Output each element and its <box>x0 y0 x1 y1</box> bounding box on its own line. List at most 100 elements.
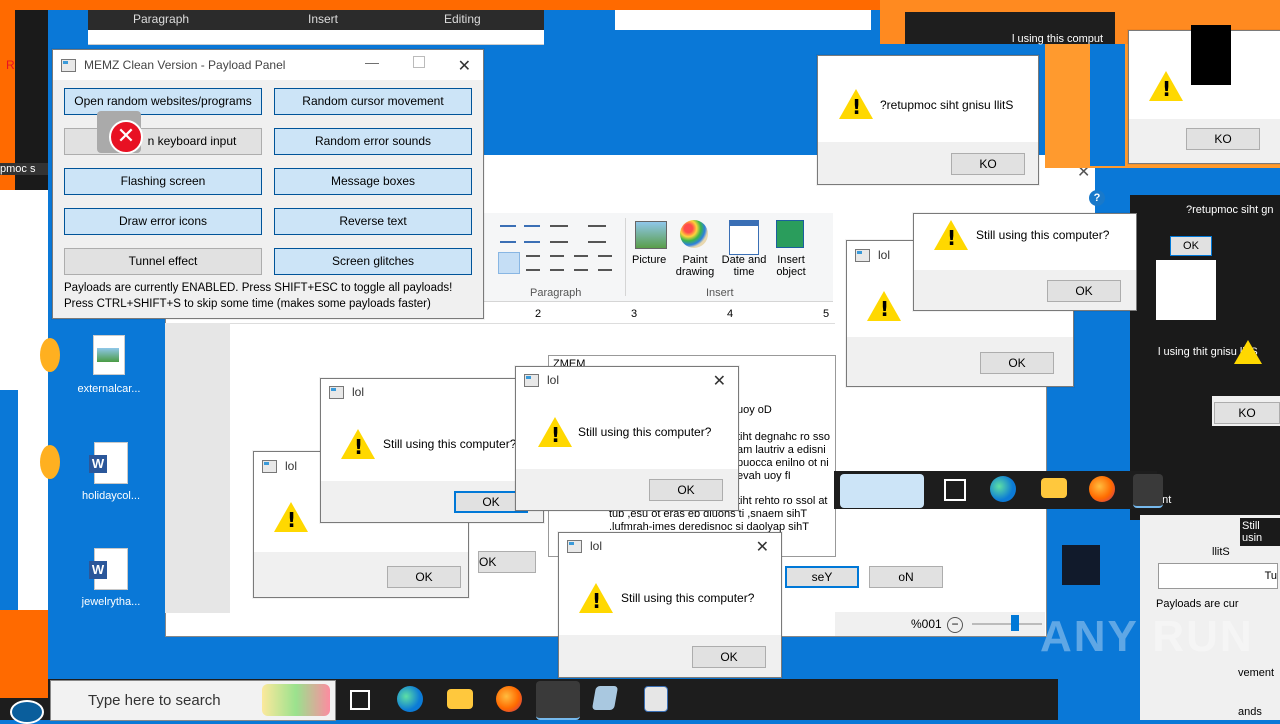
object-icon[interactable] <box>776 220 804 248</box>
tab-editing[interactable]: Editing <box>444 12 481 26</box>
tab-insert[interactable]: Insert <box>308 12 338 26</box>
align-right-icon[interactable] <box>550 255 564 271</box>
ribbon-group-paragraph: Paragraph <box>530 287 582 299</box>
ok-button[interactable]: KO <box>951 153 1025 175</box>
app-task-icon[interactable] <box>644 686 668 712</box>
picture-icon[interactable] <box>635 221 667 249</box>
warning-icon <box>1149 71 1183 101</box>
app-icon <box>329 385 344 399</box>
fragment-ands: ands <box>1238 706 1262 718</box>
payload-error-icons-button[interactable]: Draw error icons <box>64 208 262 235</box>
warning-icon <box>1234 340 1262 364</box>
folder-icon[interactable] <box>1041 478 1067 498</box>
payload-message-boxes-button[interactable]: Message boxes <box>274 168 472 195</box>
no-button[interactable]: oN <box>869 566 943 588</box>
dialog-body: Still using this computer? <box>559 559 781 635</box>
increase-indent-icon[interactable] <box>524 225 540 243</box>
left-dark-strip <box>15 0 48 190</box>
task-view-icon[interactable] <box>944 479 966 501</box>
ribbon-paint[interactable]: Paint drawing <box>672 254 718 278</box>
payload-keyboard-button[interactable]: n keyboard input <box>64 128 262 155</box>
dialog-body: Still using this computer? <box>516 393 738 469</box>
folder-icon[interactable] <box>447 689 473 709</box>
flask-search-icon <box>262 684 330 716</box>
ruler-mark-4: 4 <box>727 308 734 320</box>
ok-button[interactable]: OK <box>692 646 766 668</box>
payload-cursor-button[interactable]: Random cursor movement <box>274 88 472 115</box>
dialog-still-using-1: lol ✕ Still using this computer? OK <box>320 378 544 523</box>
list-icon[interactable] <box>550 225 568 243</box>
word-file-icon: W <box>89 442 128 484</box>
ok-button[interactable]: KO <box>1186 128 1260 150</box>
zoom-out-icon[interactable]: − <box>947 617 963 633</box>
dialog-footer: OK <box>847 337 1073 385</box>
justify-icon[interactable] <box>574 255 588 271</box>
dialog-message: ?retupmoc siht gnisu llitS <box>880 98 1014 112</box>
line-spacing-icon[interactable] <box>588 225 606 243</box>
desktop-icon-external[interactable]: externalcar... <box>76 335 142 395</box>
ruler-mark-2: 2 <box>535 308 542 320</box>
ribbon-object[interactable]: Insert object <box>768 254 814 278</box>
ribbon-picture[interactable]: Picture <box>632 254 666 266</box>
memz-payload-panel: MEMZ Clean Version - Payload Panel — ✕ O… <box>52 49 484 319</box>
dialog-title: lol <box>285 459 298 473</box>
dialog-title: lol <box>878 248 891 262</box>
tab-paragraph[interactable]: Paragraph <box>133 12 189 26</box>
dialog-footer: KO <box>818 142 1038 184</box>
zoom-thumb[interactable] <box>1011 615 1019 631</box>
memz-status-line-1: Payloads are currently ENABLED. Press SH… <box>64 282 453 294</box>
payload-flashing-button[interactable]: Flashing screen <box>64 168 262 195</box>
ribbon-date[interactable]: Date and time <box>720 254 768 278</box>
close-icon[interactable]: ✕ <box>713 371 726 391</box>
firefox-icon[interactable] <box>1089 476 1115 502</box>
close-icon[interactable]: ✕ <box>756 537 769 557</box>
ok-button-reversed[interactable]: KO <box>1214 402 1280 424</box>
edge-icon[interactable] <box>990 476 1016 502</box>
maximize-icon[interactable] <box>413 56 425 68</box>
paragraph-indent-icons[interactable] <box>500 225 620 243</box>
dialog-body <box>1129 25 1280 119</box>
fragment-ok[interactable]: OK <box>1170 236 1212 256</box>
minimize-icon[interactable]: — <box>365 54 379 70</box>
memz-task-icon[interactable] <box>591 686 619 710</box>
start-icon[interactable] <box>10 700 44 724</box>
paint-icon[interactable] <box>680 220 708 248</box>
ok-button[interactable]: OK <box>1047 280 1121 302</box>
ruler-mark-3: 3 <box>631 308 638 320</box>
payload-tunnel-button[interactable]: Tunnel effect <box>64 248 262 275</box>
wordpad-task-icon[interactable] <box>536 681 580 720</box>
firefox-icon[interactable] <box>496 686 522 712</box>
fragment-llits: llitS <box>1212 546 1230 558</box>
wordpad-task-icon[interactable] <box>1133 474 1163 508</box>
decrease-indent-icon[interactable] <box>500 225 516 243</box>
payload-open-websites-button[interactable]: Open random websites/programs <box>64 88 262 115</box>
dialog-reversed-right: KO <box>1128 25 1280 164</box>
ok-button[interactable]: OK <box>980 352 1054 374</box>
payload-error-sounds-button[interactable]: Random error sounds <box>274 128 472 155</box>
close-icon[interactable]: ✕ <box>458 56 471 76</box>
payload-glitches-button[interactable]: Screen glitches <box>274 248 472 275</box>
payload-reverse-text-button[interactable]: Reverse text <box>274 208 472 235</box>
align-center-icon[interactable] <box>526 255 540 271</box>
doc-line: puocca enilno ot ni <box>737 457 829 469</box>
ok-button[interactable]: OK <box>649 479 723 501</box>
help-icon[interactable]: ? <box>1089 190 1105 206</box>
flask-app-icon[interactable] <box>840 474 924 508</box>
left-blue-strip <box>0 390 18 610</box>
right-dark-bit <box>1062 545 1100 585</box>
calendar-icon[interactable] <box>729 220 759 255</box>
doc-line: uoy oD <box>737 404 772 416</box>
zoom-slider[interactable] <box>972 623 1042 625</box>
search-placeholder: Type here to search <box>88 692 221 709</box>
fragment-tu-button[interactable]: Tu <box>1158 563 1278 589</box>
dialog-still-using-3: lol ✕ Still using this computer? OK <box>558 532 782 678</box>
desktop-icon-holiday[interactable]: W holidaycol... <box>78 442 144 502</box>
align-left-icon[interactable] <box>498 252 520 274</box>
edge-icon[interactable] <box>397 686 423 712</box>
paragraph-dialog-icon[interactable] <box>598 255 612 271</box>
yes-button[interactable]: seY <box>785 566 859 588</box>
task-view-icon[interactable] <box>350 690 370 710</box>
desktop-icon-jewelry[interactable]: W jewelrytha... <box>78 548 144 608</box>
ok-button[interactable]: OK <box>387 566 461 588</box>
partial-ok[interactable]: OK <box>478 551 536 573</box>
